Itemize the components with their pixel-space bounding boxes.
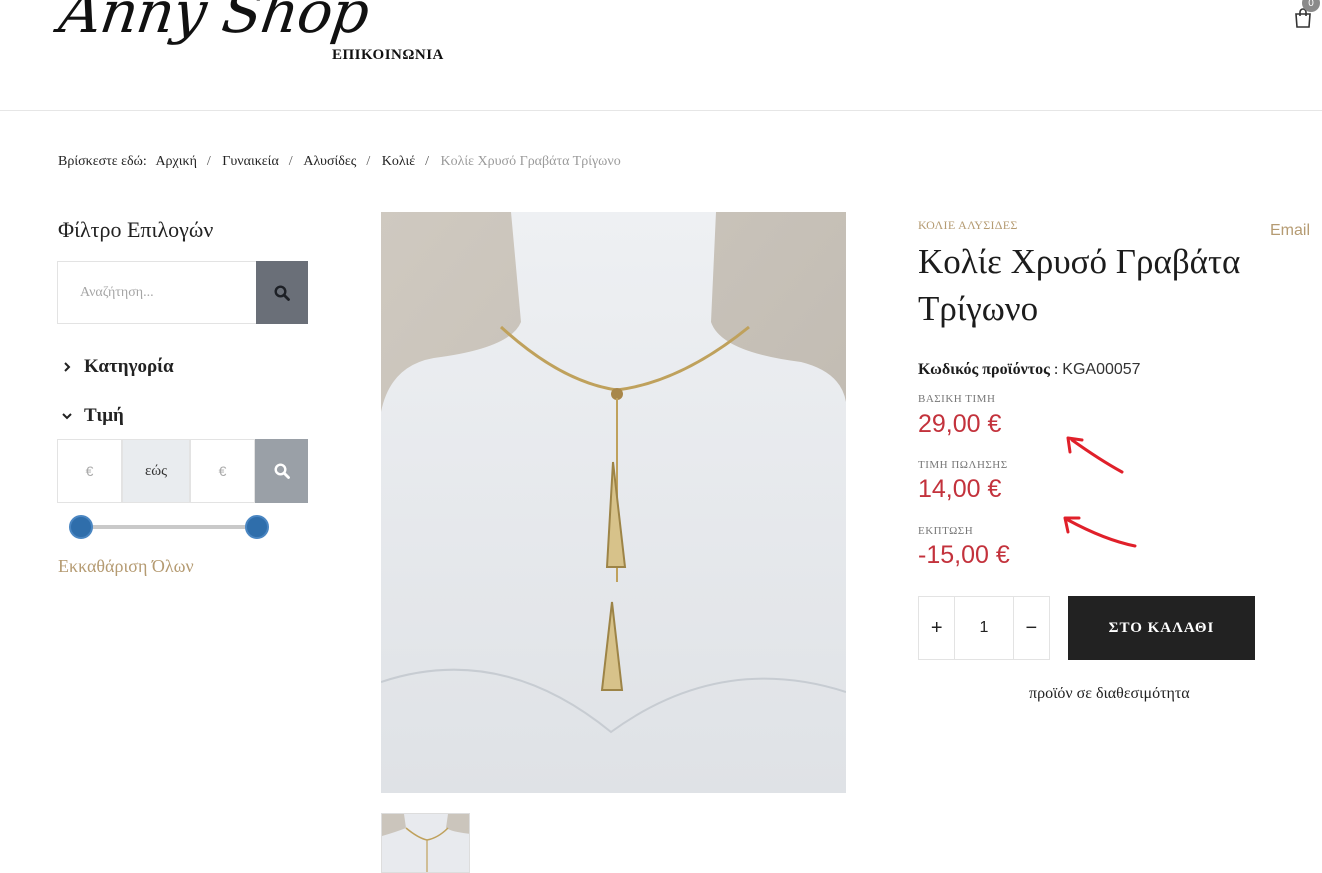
breadcrumb-separator: / [425, 154, 429, 169]
filter-category-label: Κατηγορία [84, 356, 174, 377]
price-slider-min-handle[interactable] [69, 515, 93, 539]
necklace-thumbnail-photo [382, 814, 469, 872]
chevron-right-icon [64, 362, 71, 372]
product-main-image[interactable] [381, 212, 846, 793]
filter-category-toggle[interactable]: Κατηγορία [62, 356, 174, 378]
product-title: Κολίε Χρυσό Γραβάτα Τρίγωνο [918, 242, 1241, 328]
price-slider-track[interactable] [80, 525, 258, 529]
breadcrumb-current: Κολίε Χρυσό Γραβάτα Τρίγωνο [440, 154, 621, 169]
breadcrumb-separator: / [288, 154, 293, 169]
quantity-increase-button[interactable]: + [919, 597, 954, 659]
price-min-input[interactable]: € [57, 439, 122, 503]
sku-label: Κωδικός προϊόντος [918, 361, 1050, 378]
filter-title: Φίλτρο Επιλογών [58, 217, 214, 242]
quantity-decrease-button[interactable]: − [1014, 597, 1049, 659]
filter-price-label: Τιμή [84, 405, 124, 426]
nav-contact-link[interactable]: ΕΠΙΚΟΙΝΩΝΙΑ [332, 47, 444, 64]
site-header: Anny Shop ΕΠΙΚΟΙΝΩΝΙΑ [0, 0, 1322, 111]
breadcrumb-separator: / [206, 154, 211, 169]
site-logo[interactable]: Anny Shop [55, 0, 372, 46]
search-icon [273, 463, 290, 479]
product-sku: Κωδικός προϊόντος : KGA00057 [918, 361, 1141, 379]
product-category-link[interactable]: ΚΟΛΙΕ ΑΛΥΣΙΔΕΣ [918, 218, 1018, 233]
breadcrumb-item-chains[interactable]: Αλυσίδες [303, 154, 356, 169]
breadcrumb: Βρίσκεστε εδώ: Αρχική / Γυναικεία / Αλυσίδ… [58, 154, 627, 170]
search-button[interactable] [256, 261, 308, 324]
discount-label: ΕΚΠΤΩΣΗ [918, 525, 974, 537]
discount-value: -15,00 € [918, 541, 1010, 569]
availability-status: προϊόν σε διαθεσιμότητα [1029, 685, 1190, 702]
quantity-input[interactable]: 1 [954, 597, 1014, 659]
annotation-arrows [1063, 436, 1137, 548]
filter-price-toggle[interactable]: Τιμή [62, 405, 124, 427]
price-max-input[interactable]: € [190, 439, 255, 503]
breadcrumb-item-home[interactable]: Αρχική [155, 154, 196, 169]
base-price-label: ΒΑΣΙΚΗ ΤΙΜΗ [918, 393, 996, 405]
sale-price-label: ΤΙΜΗ ΠΩΛΗΣΗΣ [918, 459, 1008, 471]
necklace-photo [381, 212, 846, 793]
price-search-button[interactable] [255, 439, 308, 503]
sale-price-value: 14,00 € [918, 475, 1002, 503]
breadcrumb-prefix: Βρίσκεστε εδώ: [58, 154, 147, 169]
search-icon [274, 284, 290, 301]
chevron-down-icon [62, 413, 72, 420]
price-range-inputs: € εώς € [57, 439, 308, 503]
sku-value: KGA00057 [1062, 361, 1141, 378]
search-box [57, 261, 257, 324]
clear-all-filters-link[interactable]: Εκκαθάριση Όλων [58, 556, 194, 577]
quantity-stepper: + 1 − [918, 596, 1050, 660]
breadcrumb-item-women[interactable]: Γυναικεία [222, 154, 279, 169]
price-to-label: εώς [122, 439, 190, 503]
add-to-cart-button[interactable]: ΣΤΟ ΚΑΛΑΘΙ [1068, 596, 1255, 660]
product-thumbnail[interactable] [381, 813, 470, 873]
search-input[interactable] [58, 262, 257, 323]
breadcrumb-item-necklaces[interactable]: Κολιέ [382, 154, 415, 169]
breadcrumb-separator: / [366, 154, 371, 169]
base-price-value: 29,00 € [918, 410, 1002, 438]
price-slider-max-handle[interactable] [245, 515, 269, 539]
